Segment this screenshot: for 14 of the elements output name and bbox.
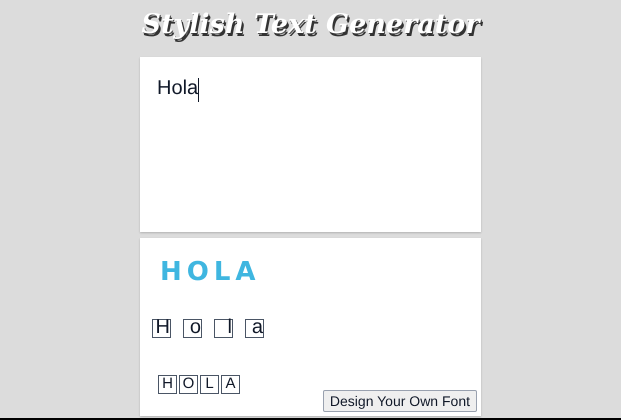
boxed-letter: A	[221, 374, 240, 394]
boxed-letter: H	[158, 374, 177, 394]
boxed-letter: l	[214, 318, 233, 338]
boxed-letter: o	[183, 318, 202, 338]
design-font-button[interactable]: Design Your Own Font	[322, 390, 477, 412]
page-title: Stylish Text Generator	[141, 8, 480, 42]
input-text: Hola	[157, 77, 198, 99]
boxed-letter: a	[245, 318, 264, 338]
styled-text: HOLA	[160, 256, 261, 288]
text-caret	[198, 78, 200, 102]
text-input-field[interactable]: Hola	[140, 57, 481, 232]
boxed-letter: O	[179, 374, 198, 394]
boxed-letter: L	[200, 374, 219, 394]
boxed-letter: H	[152, 318, 171, 338]
